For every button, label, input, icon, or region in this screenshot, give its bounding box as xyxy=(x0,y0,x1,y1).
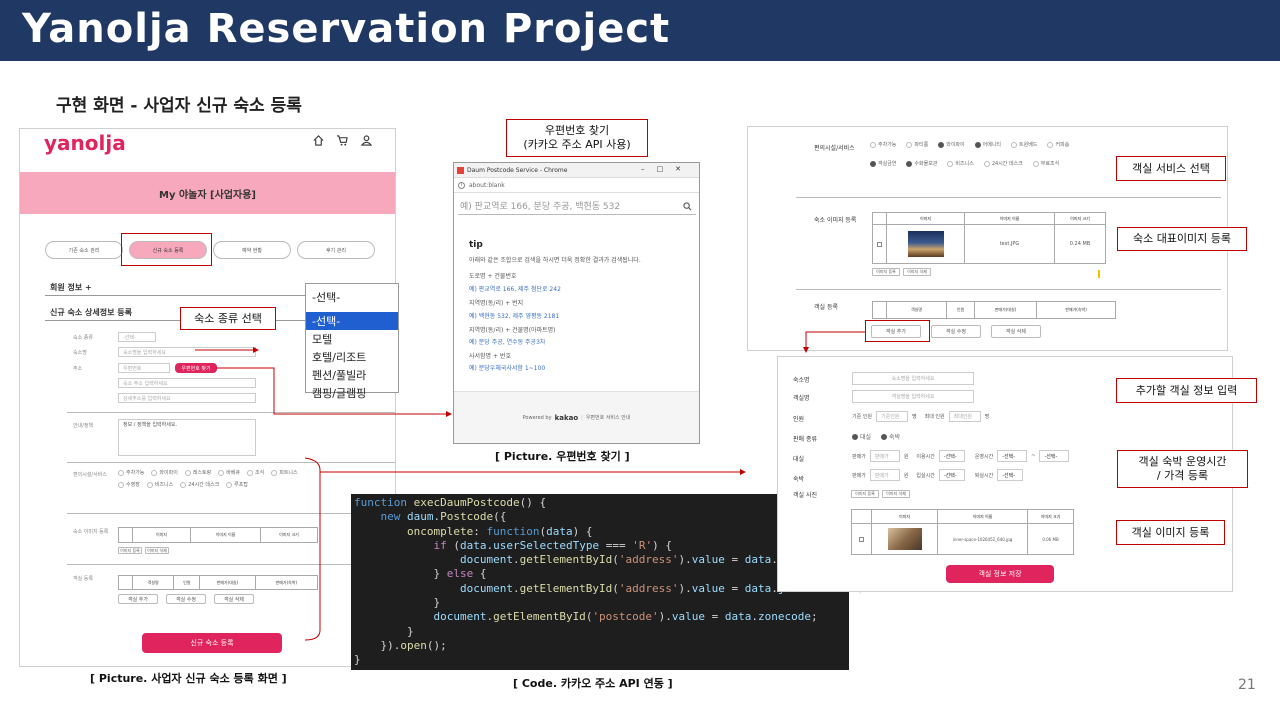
connector-arrows xyxy=(195,331,865,641)
page-number: 21 xyxy=(1238,677,1256,693)
